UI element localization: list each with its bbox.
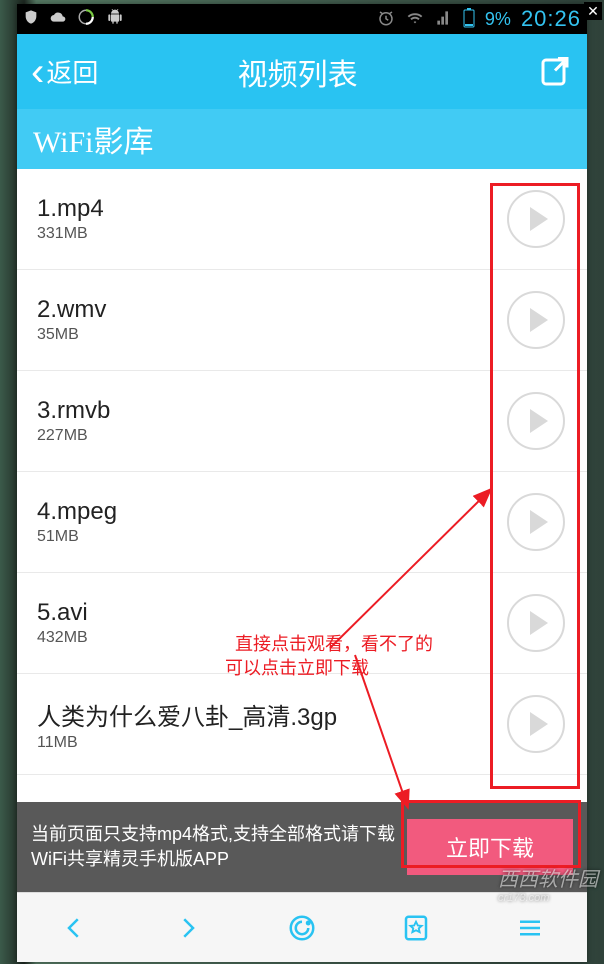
list-item[interactable]: 4.mpeg 51MB — [17, 472, 587, 573]
file-name: 3.rmvb — [37, 397, 507, 425]
file-size: 51MB — [37, 528, 507, 546]
play-icon[interactable] — [507, 594, 565, 652]
file-size: 11MB — [37, 734, 507, 752]
list-item[interactable]: 1.mp4 331MB — [17, 169, 587, 270]
android-icon — [105, 9, 125, 30]
play-icon[interactable] — [507, 695, 565, 753]
signal-icon — [435, 10, 453, 29]
file-name: 4.mpeg — [37, 498, 507, 526]
title-bar: ‹ 返回 视频列表 — [17, 34, 587, 109]
file-size: 35MB — [37, 326, 507, 344]
browser-back-button[interactable] — [54, 908, 94, 948]
file-size: 227MB — [37, 427, 507, 445]
play-icon[interactable] — [507, 493, 565, 551]
play-icon[interactable] — [507, 291, 565, 349]
wifi-icon — [405, 10, 425, 29]
download-message: 当前页面只支持mp4格式,支持全部格式请下载WiFi共享精灵手机版APP — [31, 822, 407, 872]
play-icon[interactable] — [507, 392, 565, 450]
page-title: 视频列表 — [58, 50, 537, 94]
alarm-icon — [377, 9, 395, 30]
share-button[interactable] — [537, 54, 573, 90]
battery-icon — [463, 8, 475, 31]
browser-menu-button[interactable] — [510, 908, 550, 948]
file-name: 5.avi — [37, 599, 507, 627]
file-name: 人类为什么爱八卦_高清.3gp — [37, 697, 507, 732]
file-size: 432MB — [37, 629, 507, 647]
file-size: 331MB — [37, 225, 507, 243]
list-item[interactable]: 2.wmv 35MB — [17, 270, 587, 371]
chevron-left-icon: ‹ — [31, 52, 44, 92]
section-header: WiFi影库 — [17, 109, 587, 169]
list-item[interactable]: 人类为什么爱八卦_高清.3gp 11MB — [17, 674, 587, 775]
video-list: 1.mp4 331MB 2.wmv 35MB 3.rmvb 227MB 4.mp… — [17, 169, 587, 802]
status-bar: 9% 20:26 — [17, 4, 587, 34]
status-clock: 20:26 — [521, 6, 581, 32]
battery-percentage: 9% — [485, 9, 511, 30]
file-name: 1.mp4 — [37, 195, 507, 223]
browser-forward-button[interactable] — [168, 908, 208, 948]
play-icon[interactable] — [507, 190, 565, 248]
list-item[interactable]: 5.avi 432MB — [17, 573, 587, 674]
list-item[interactable]: 3.rmvb 227MB — [17, 371, 587, 472]
shield-icon — [23, 9, 39, 30]
watermark: 西西软件园 cr173.com — [498, 863, 598, 904]
browser-home-button[interactable] — [282, 908, 322, 948]
browser-bookmark-button[interactable] — [396, 908, 436, 948]
swirl-icon — [77, 8, 95, 31]
phone-screenshot: 9% 20:26 ‹ 返回 视频列表 WiFi影库 1.mp4 331MB — [17, 4, 587, 962]
cloud-icon — [49, 9, 67, 30]
share-icon — [537, 54, 573, 90]
file-name: 2.wmv — [37, 296, 507, 324]
close-icon[interactable]: ✕ — [584, 2, 602, 20]
